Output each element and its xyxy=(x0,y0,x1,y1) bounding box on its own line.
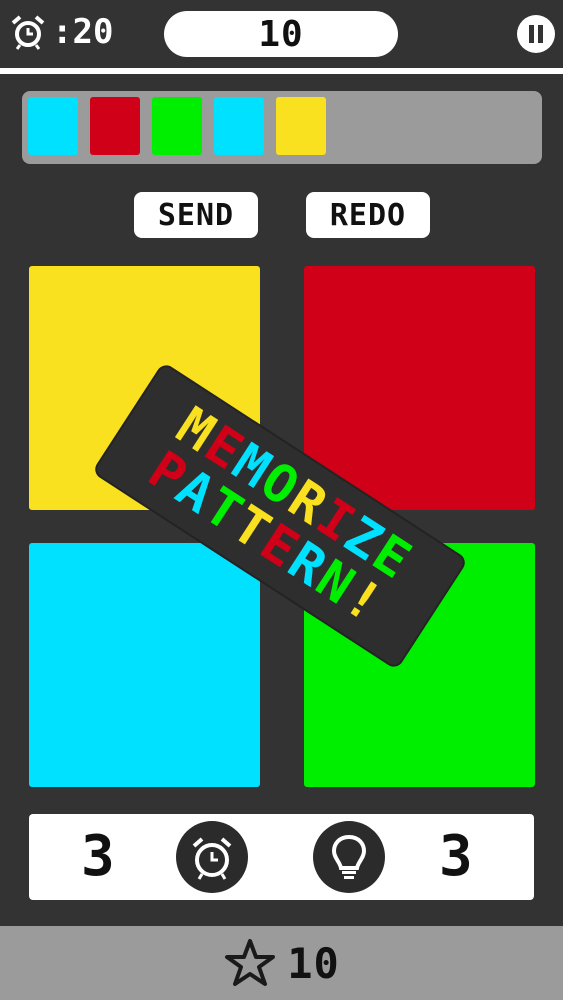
alarm-clock-icon xyxy=(11,15,45,50)
score-value: 10 xyxy=(258,13,304,55)
footer-bar: 10 xyxy=(0,926,563,1000)
pattern-slot xyxy=(214,97,264,155)
red-pad[interactable] xyxy=(304,266,535,510)
hint-powerup-count: 3 xyxy=(439,824,474,889)
send-button[interactable]: SEND xyxy=(134,192,258,238)
time-powerup-count: 3 xyxy=(81,824,116,889)
score-display: 10 xyxy=(164,11,398,57)
redo-label: REDO xyxy=(329,197,407,233)
header-divider xyxy=(0,68,563,74)
pattern-slot xyxy=(28,97,78,155)
cyan-pad[interactable] xyxy=(29,543,260,787)
pattern-sequence-bar xyxy=(22,91,542,164)
lightbulb-icon xyxy=(331,834,367,879)
redo-button[interactable]: REDO xyxy=(306,192,430,238)
timer-value: :20 xyxy=(52,12,114,52)
time-powerup-button[interactable] xyxy=(176,821,248,893)
send-label: SEND xyxy=(157,197,235,233)
pattern-slot xyxy=(90,97,140,155)
powerup-bar: 3 3 xyxy=(29,814,534,900)
pattern-slot xyxy=(152,97,202,155)
star-count: 10 xyxy=(287,938,340,988)
hint-powerup-button[interactable] xyxy=(313,821,385,893)
star-icon xyxy=(225,939,276,986)
pause-icon[interactable] xyxy=(515,13,557,55)
pattern-slot xyxy=(276,97,326,155)
alarm-clock-icon xyxy=(192,837,232,880)
timer: :20 xyxy=(10,12,113,52)
